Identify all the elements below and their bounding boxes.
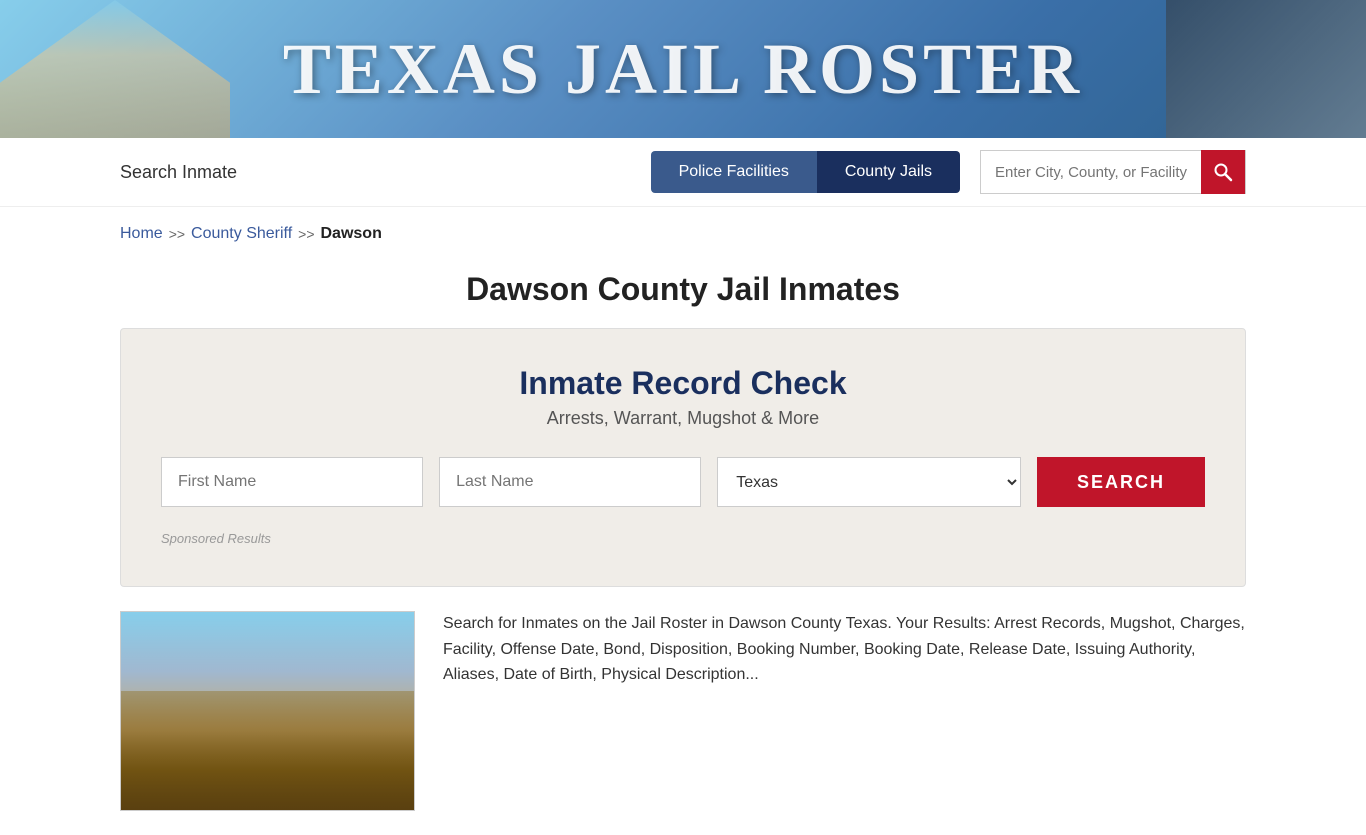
banner-capitol-decoration xyxy=(0,0,230,138)
state-select[interactable]: AlabamaAlaskaArizonaArkansasCaliforniaCo… xyxy=(717,457,1021,507)
jail-image-overlay xyxy=(121,691,414,810)
nav-buttons: Police Facilities County Jails xyxy=(651,151,960,193)
record-check-form: AlabamaAlaskaArizonaArkansasCaliforniaCo… xyxy=(161,457,1205,507)
jail-image xyxy=(120,611,415,811)
breadcrumb-current: Dawson xyxy=(321,225,382,243)
county-jails-button[interactable]: County Jails xyxy=(817,151,960,193)
search-icon xyxy=(1213,162,1233,182)
breadcrumb: Home >> County Sheriff >> Dawson xyxy=(0,207,1366,261)
banner-keys-decoration xyxy=(1166,0,1366,138)
breadcrumb-sep2: >> xyxy=(298,226,314,242)
record-check-box: Inmate Record Check Arrests, Warrant, Mu… xyxy=(120,328,1246,587)
record-search-button[interactable]: SEARCH xyxy=(1037,457,1205,507)
bottom-section: Search for Inmates on the Jail Roster in… xyxy=(0,587,1366,835)
header-banner: Texas Jail Roster xyxy=(0,0,1366,138)
breadcrumb-home[interactable]: Home xyxy=(120,225,163,243)
facility-search-box xyxy=(980,150,1246,194)
page-title: Dawson County Jail Inmates xyxy=(0,271,1366,308)
sponsored-label: Sponsored Results xyxy=(161,531,1205,546)
breadcrumb-sep1: >> xyxy=(169,226,185,242)
record-check-subtitle: Arrests, Warrant, Mugshot & More xyxy=(161,408,1205,429)
search-label: Search Inmate xyxy=(120,162,631,183)
first-name-input[interactable] xyxy=(161,457,423,507)
jail-description: Search for Inmates on the Jail Roster in… xyxy=(443,611,1246,688)
page-title-section: Dawson County Jail Inmates xyxy=(0,261,1366,328)
last-name-input[interactable] xyxy=(439,457,701,507)
facility-search-submit[interactable] xyxy=(1201,150,1245,194)
breadcrumb-county-sheriff[interactable]: County Sheriff xyxy=(191,225,292,243)
record-check-title: Inmate Record Check xyxy=(161,365,1205,402)
site-title: Texas Jail Roster xyxy=(283,28,1083,111)
nav-bar: Search Inmate Police Facilities County J… xyxy=(0,138,1366,207)
facility-search-input[interactable] xyxy=(981,156,1201,189)
police-facilities-button[interactable]: Police Facilities xyxy=(651,151,817,193)
